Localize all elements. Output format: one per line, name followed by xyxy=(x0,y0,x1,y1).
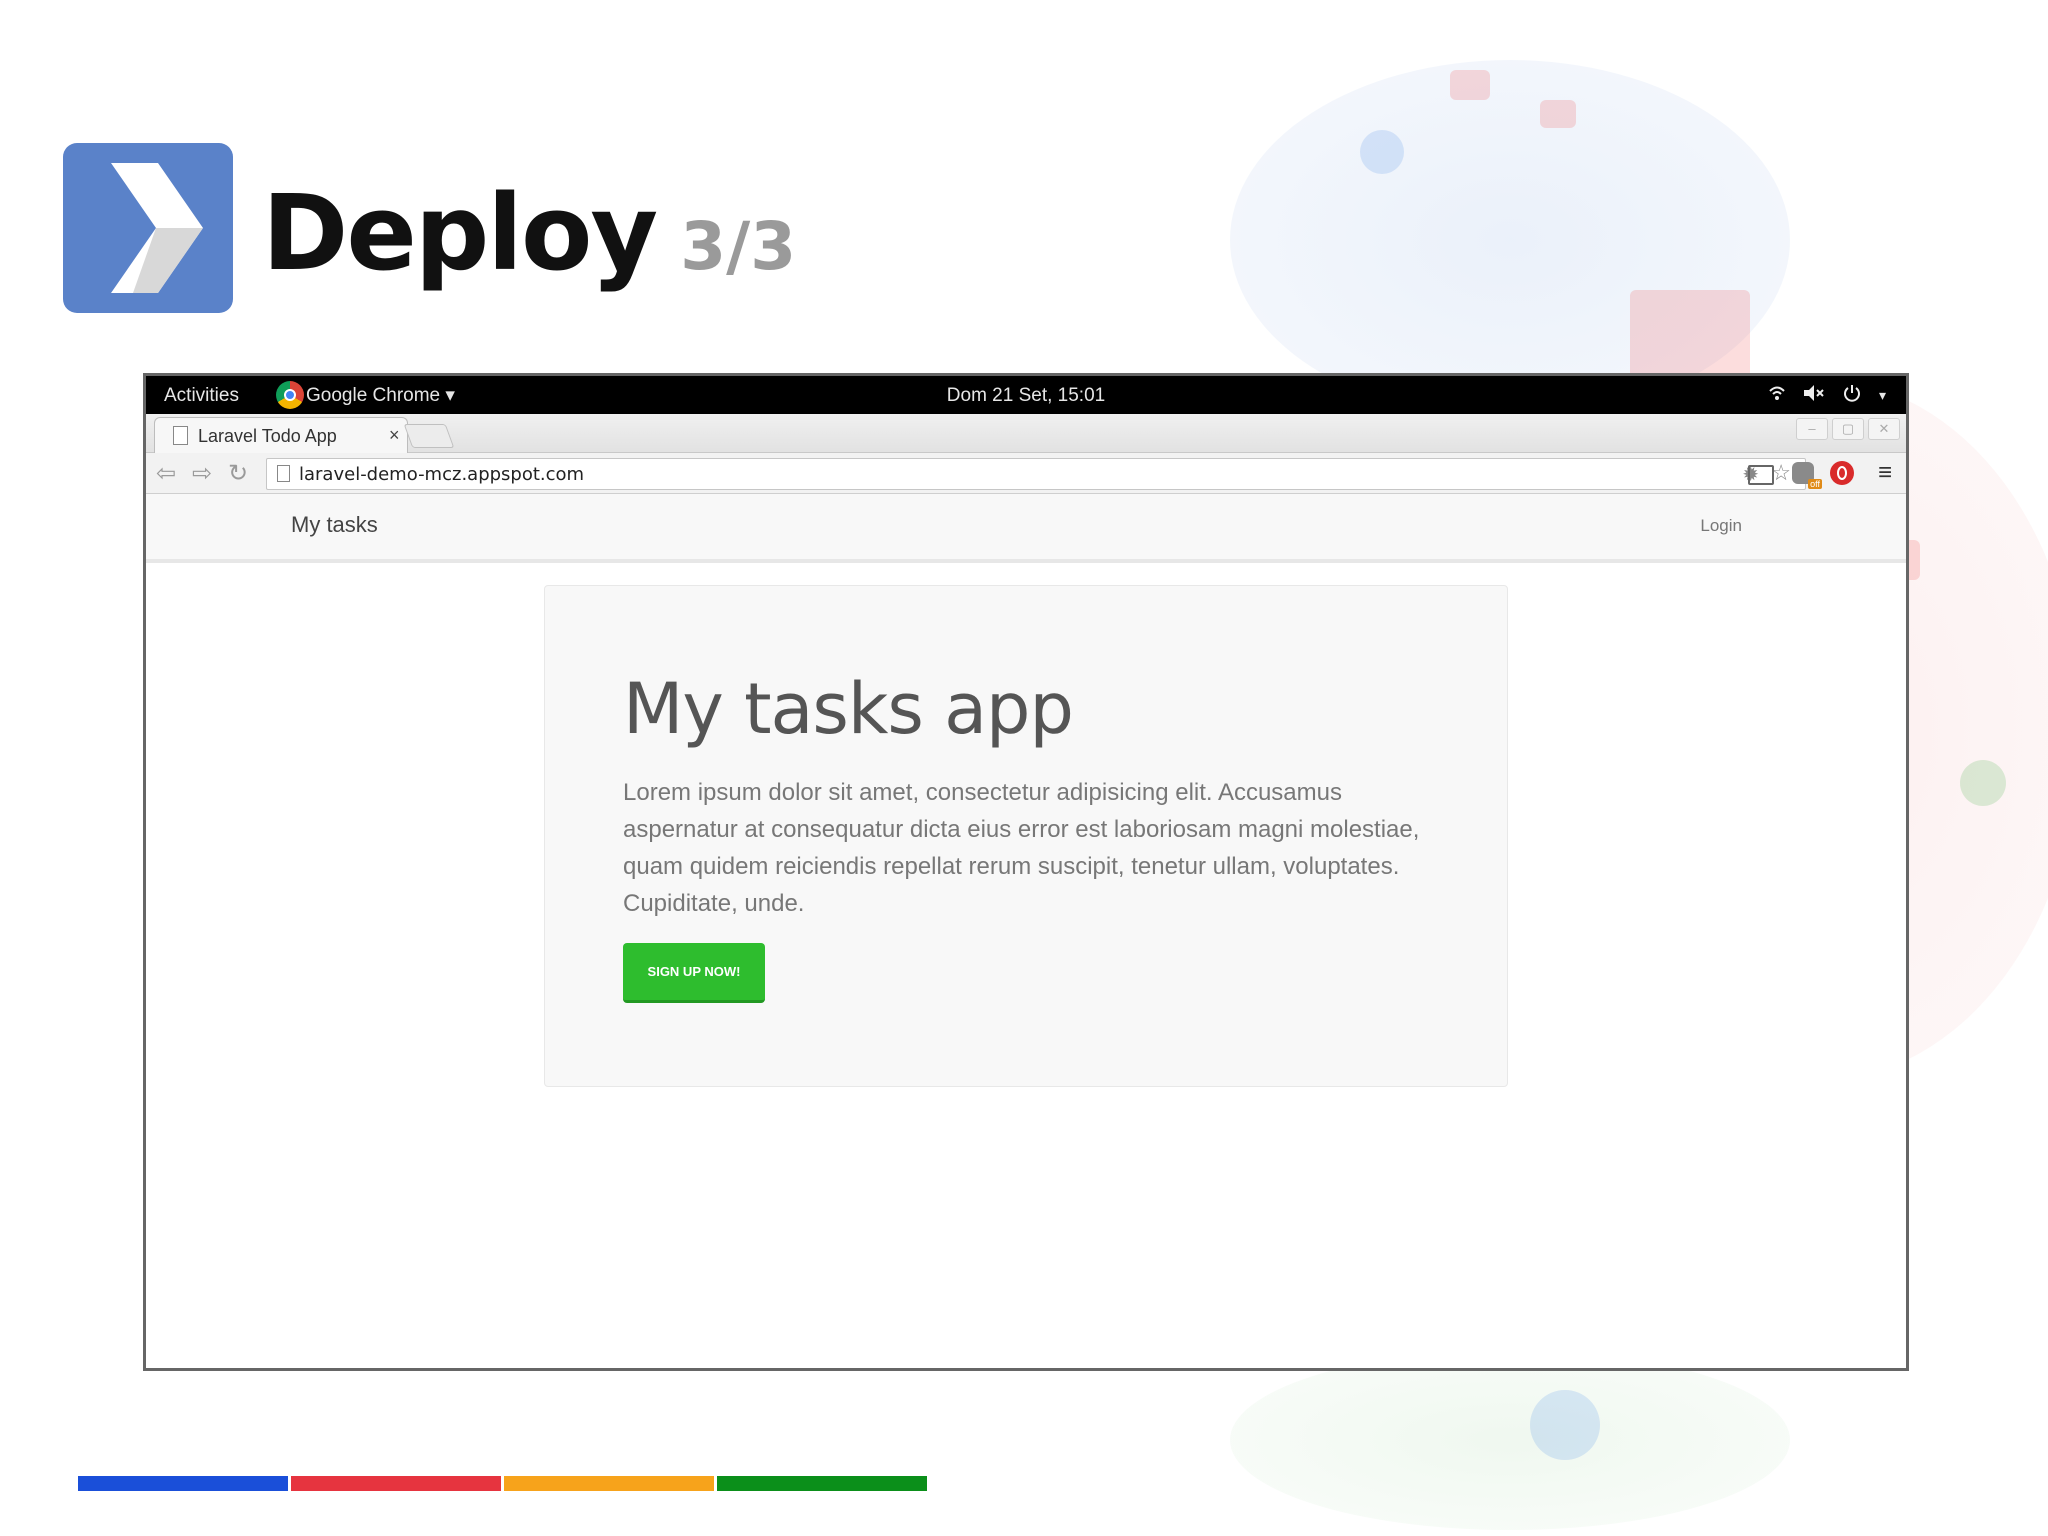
hero-heading: My tasks app xyxy=(623,668,1074,750)
sign-up-button[interactable]: SIGN UP NOW! xyxy=(623,943,765,1003)
slide-title: Deploy 3/3 xyxy=(262,168,796,312)
hero-panel: My tasks app Lorem ipsum dolor sit amet,… xyxy=(544,585,1508,1087)
chevron-logo-icon xyxy=(63,143,233,313)
volume-muted-icon[interactable] xyxy=(1803,384,1825,408)
url-input[interactable] xyxy=(297,461,1701,487)
adblock-stop-icon[interactable] xyxy=(1830,461,1854,485)
reload-icon[interactable]: ↻ xyxy=(228,459,248,488)
page-icon xyxy=(277,465,290,482)
desktop-top-bar: Activities Google Chrome ▾ Dom 21 Set, 1… xyxy=(146,376,1906,414)
site-navbar: My tasks Login xyxy=(146,494,1906,563)
wifi-icon[interactable] xyxy=(1769,384,1785,408)
clock[interactable]: Dom 21 Set, 15:01 xyxy=(146,385,1906,407)
close-window-icon[interactable]: ✕ xyxy=(1868,418,1900,440)
color-bar-blue xyxy=(78,1476,288,1491)
system-tray[interactable]: ▾ xyxy=(1769,384,1886,408)
tab-laravel-todo[interactable]: Laravel Todo App × xyxy=(154,417,408,453)
color-bar-red xyxy=(291,1476,501,1491)
extension-badge: off xyxy=(1808,479,1822,489)
tab-close-icon[interactable]: × xyxy=(389,425,400,446)
forward-icon[interactable]: ⇨ xyxy=(192,459,212,488)
power-icon[interactable] xyxy=(1843,384,1861,408)
tab-title: Laravel Todo App xyxy=(198,426,337,446)
back-icon[interactable]: ⇦ xyxy=(156,459,176,488)
color-bar-yellow xyxy=(504,1476,714,1491)
address-bar[interactable]: ✹ ☆ xyxy=(266,458,1806,490)
browser-toolbar: ⇦ ⇨ ↻ ✹ ☆ off ≡ xyxy=(146,453,1906,494)
color-bar-green xyxy=(717,1476,927,1491)
hamburger-menu-icon[interactable]: ≡ xyxy=(1878,459,1892,487)
brand-link[interactable]: My tasks xyxy=(291,512,378,538)
page-icon xyxy=(173,426,188,445)
web-page: My tasks Login My tasks app Lorem ipsum … xyxy=(146,494,1906,1368)
tab-strip: Laravel Todo App × ‒ ▢ ✕ xyxy=(146,414,1906,453)
extension-robot-icon[interactable]: off xyxy=(1792,462,1822,489)
hero-lead-text: Lorem ipsum dolor sit amet, consectetur … xyxy=(623,779,1420,917)
new-tab-button[interactable] xyxy=(403,424,455,448)
cast-icon[interactable] xyxy=(1748,465,1774,485)
login-link[interactable]: Login xyxy=(1700,516,1742,536)
maximize-icon[interactable]: ▢ xyxy=(1832,418,1864,440)
slide-subtitle: 3/3 xyxy=(680,208,797,285)
slide-title-text: Deploy xyxy=(262,172,658,294)
chevron-down-icon[interactable]: ▾ xyxy=(1879,384,1886,408)
browser-screenshot: Activities Google Chrome ▾ Dom 21 Set, 1… xyxy=(143,373,1909,1371)
star-icon[interactable]: ☆ xyxy=(1771,460,1791,486)
footer-color-bar xyxy=(78,1476,927,1491)
window-controls: ‒ ▢ ✕ xyxy=(1796,418,1900,440)
minimize-icon[interactable]: ‒ xyxy=(1796,418,1828,440)
